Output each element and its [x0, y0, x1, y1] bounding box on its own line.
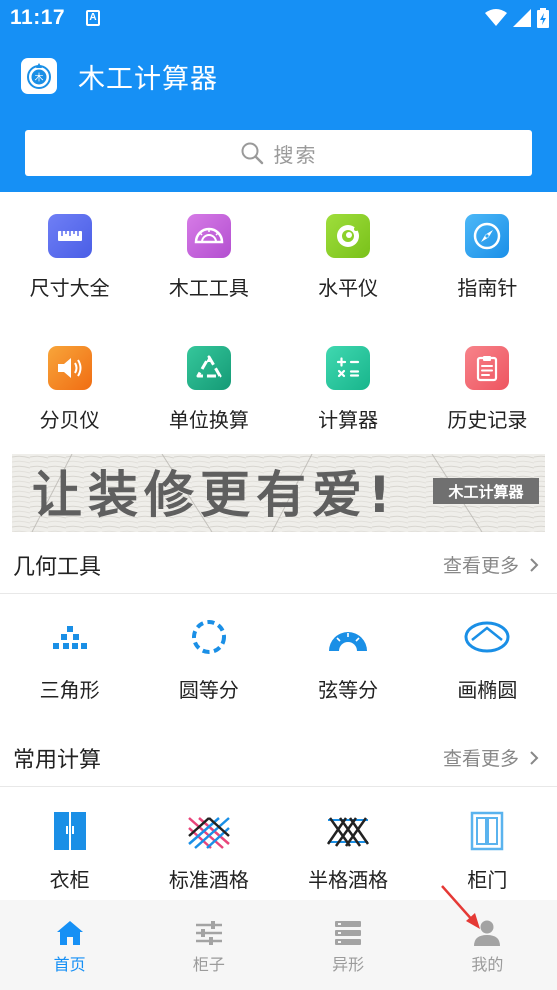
- bottom-tab-bar: 首页 柜子 异形 我的: [0, 900, 557, 990]
- tool-size-reference[interactable]: 尺寸大全: [0, 214, 139, 301]
- app-logo: 木: [21, 58, 57, 94]
- search-input[interactable]: 搜索: [25, 130, 532, 176]
- tool-label: 指南针: [457, 276, 518, 300]
- section-title: 几何工具: [13, 555, 102, 580]
- signal-icon: [513, 9, 531, 27]
- common-calc-grid: 衣柜 标准酒格 半格酒格 柜门: [0, 810, 557, 893]
- stack-icon: [335, 921, 362, 945]
- clipboard-icon: [465, 346, 510, 390]
- tab-home[interactable]: 首页: [0, 900, 139, 990]
- tool-history[interactable]: 历史记录: [418, 346, 557, 433]
- compass-icon: [465, 214, 510, 258]
- app-logo-icon: 木: [27, 63, 51, 89]
- geometry-chord-divide[interactable]: 弦等分: [279, 620, 418, 703]
- wifi-icon: [485, 9, 507, 26]
- tool-label: 柜门: [467, 868, 508, 892]
- tab-cabinet[interactable]: 柜子: [139, 900, 278, 990]
- geometry-see-more-link[interactable]: 查看更多: [443, 551, 539, 578]
- common-section-header: 常用计算 查看更多: [0, 729, 557, 787]
- circle-divide-icon: [191, 620, 226, 654]
- banner-graphic: 让装修更有爱! 木工计算器: [12, 454, 545, 532]
- tools-grid-row-1: 尺寸大全 木工工具 水平仪 指南针: [0, 214, 557, 301]
- geometry-circle-divide[interactable]: 圆等分: [139, 620, 278, 703]
- tool-label: 衣柜: [49, 868, 90, 892]
- wine-rack-icon: [188, 817, 230, 849]
- recycle-icon: [186, 346, 231, 390]
- tool-label: 弦等分: [318, 678, 379, 702]
- tab-label: 柜子: [192, 955, 225, 974]
- calc-cabinet-door[interactable]: 柜门: [418, 810, 557, 893]
- see-more-label: 查看更多: [442, 748, 519, 770]
- ruler-icon: [47, 214, 92, 258]
- divider: [0, 593, 557, 594]
- tool-label: 三角形: [39, 678, 100, 702]
- tool-compass[interactable]: 指南针: [418, 214, 557, 301]
- common-see-more-link[interactable]: 查看更多: [443, 744, 539, 771]
- tab-label: 异形: [332, 955, 365, 974]
- half-wine-rack-icon: [327, 817, 370, 847]
- status-indicators: [485, 8, 549, 28]
- ellipse-icon: [464, 621, 510, 653]
- tool-level[interactable]: 水平仪: [279, 214, 418, 301]
- calc-wine-rack[interactable]: 标准酒格: [139, 810, 278, 893]
- tool-label: 标准酒格: [168, 868, 249, 892]
- tool-calculator[interactable]: 计算器: [279, 346, 418, 433]
- tool-label: 水平仪: [318, 276, 379, 300]
- tool-label: 木工工具: [168, 276, 249, 300]
- tools-grid-row-2: 分贝仪 单位换算 计算器 历史记录: [0, 346, 557, 433]
- section-title: 常用计算: [13, 748, 102, 773]
- search-icon: [241, 142, 263, 165]
- home-icon: [56, 921, 83, 945]
- tool-label: 单位换算: [168, 408, 249, 432]
- notification-icon: A: [86, 10, 100, 26]
- geometry-ellipse[interactable]: 画椭圆: [418, 620, 557, 703]
- geometry-section-header: 几何工具 查看更多: [0, 536, 557, 594]
- banner-badge: 木工计算器: [447, 483, 524, 501]
- promo-banner[interactable]: 让装修更有爱! 木工计算器: [12, 454, 545, 532]
- protractor-icon: [186, 214, 231, 258]
- tool-label: 半格酒格: [308, 868, 389, 892]
- tool-woodwork-tools[interactable]: 木工工具: [139, 214, 278, 301]
- cabinet-door-icon: [471, 811, 504, 851]
- tab-special-shape[interactable]: 异形: [279, 900, 418, 990]
- banner-slogan: 让装修更有爱!: [32, 466, 397, 524]
- person-icon: [474, 920, 501, 946]
- tool-unit-conversion[interactable]: 单位换算: [139, 346, 278, 433]
- status-bar: 11:17 A: [0, 0, 557, 38]
- geometry-triangle[interactable]: 三角形: [0, 620, 139, 703]
- triangle-icon: [52, 626, 87, 649]
- tab-label: 我的: [471, 955, 504, 974]
- tool-label: 圆等分: [178, 678, 239, 702]
- tool-label: 画椭圆: [457, 678, 518, 702]
- search-placeholder: 搜索: [273, 142, 318, 167]
- app-title: 木工计算器: [78, 64, 218, 95]
- level-icon: [326, 214, 371, 258]
- battery-icon: [537, 8, 549, 28]
- divider: [0, 786, 557, 787]
- wardrobe-icon: [53, 812, 86, 850]
- calc-half-wine-rack[interactable]: 半格酒格: [279, 810, 418, 893]
- geometry-tools-grid: 三角形 圆等分 弦等分 画椭圆: [0, 620, 557, 703]
- app-header: 木 木工计算器 搜索: [0, 38, 557, 192]
- tab-profile[interactable]: 我的: [418, 900, 557, 990]
- svg-text:木: 木: [34, 72, 43, 84]
- tool-label: 尺寸大全: [29, 276, 110, 300]
- tool-label: 历史记录: [447, 408, 528, 432]
- see-more-label: 查看更多: [442, 555, 519, 577]
- speaker-icon: [47, 346, 92, 390]
- tab-label: 首页: [53, 955, 86, 974]
- sliders-icon: [195, 921, 222, 945]
- tool-label: 计算器: [318, 408, 379, 432]
- calc-wardrobe[interactable]: 衣柜: [0, 810, 139, 893]
- tool-decibel-meter[interactable]: 分贝仪: [0, 346, 139, 433]
- chord-divide-icon: [329, 632, 368, 651]
- calculator-icon: [326, 346, 371, 390]
- tool-label: 分贝仪: [39, 408, 100, 432]
- status-time: 11:17: [10, 6, 66, 29]
- chevron-right-icon: [530, 750, 539, 765]
- chevron-right-icon: [530, 557, 539, 572]
